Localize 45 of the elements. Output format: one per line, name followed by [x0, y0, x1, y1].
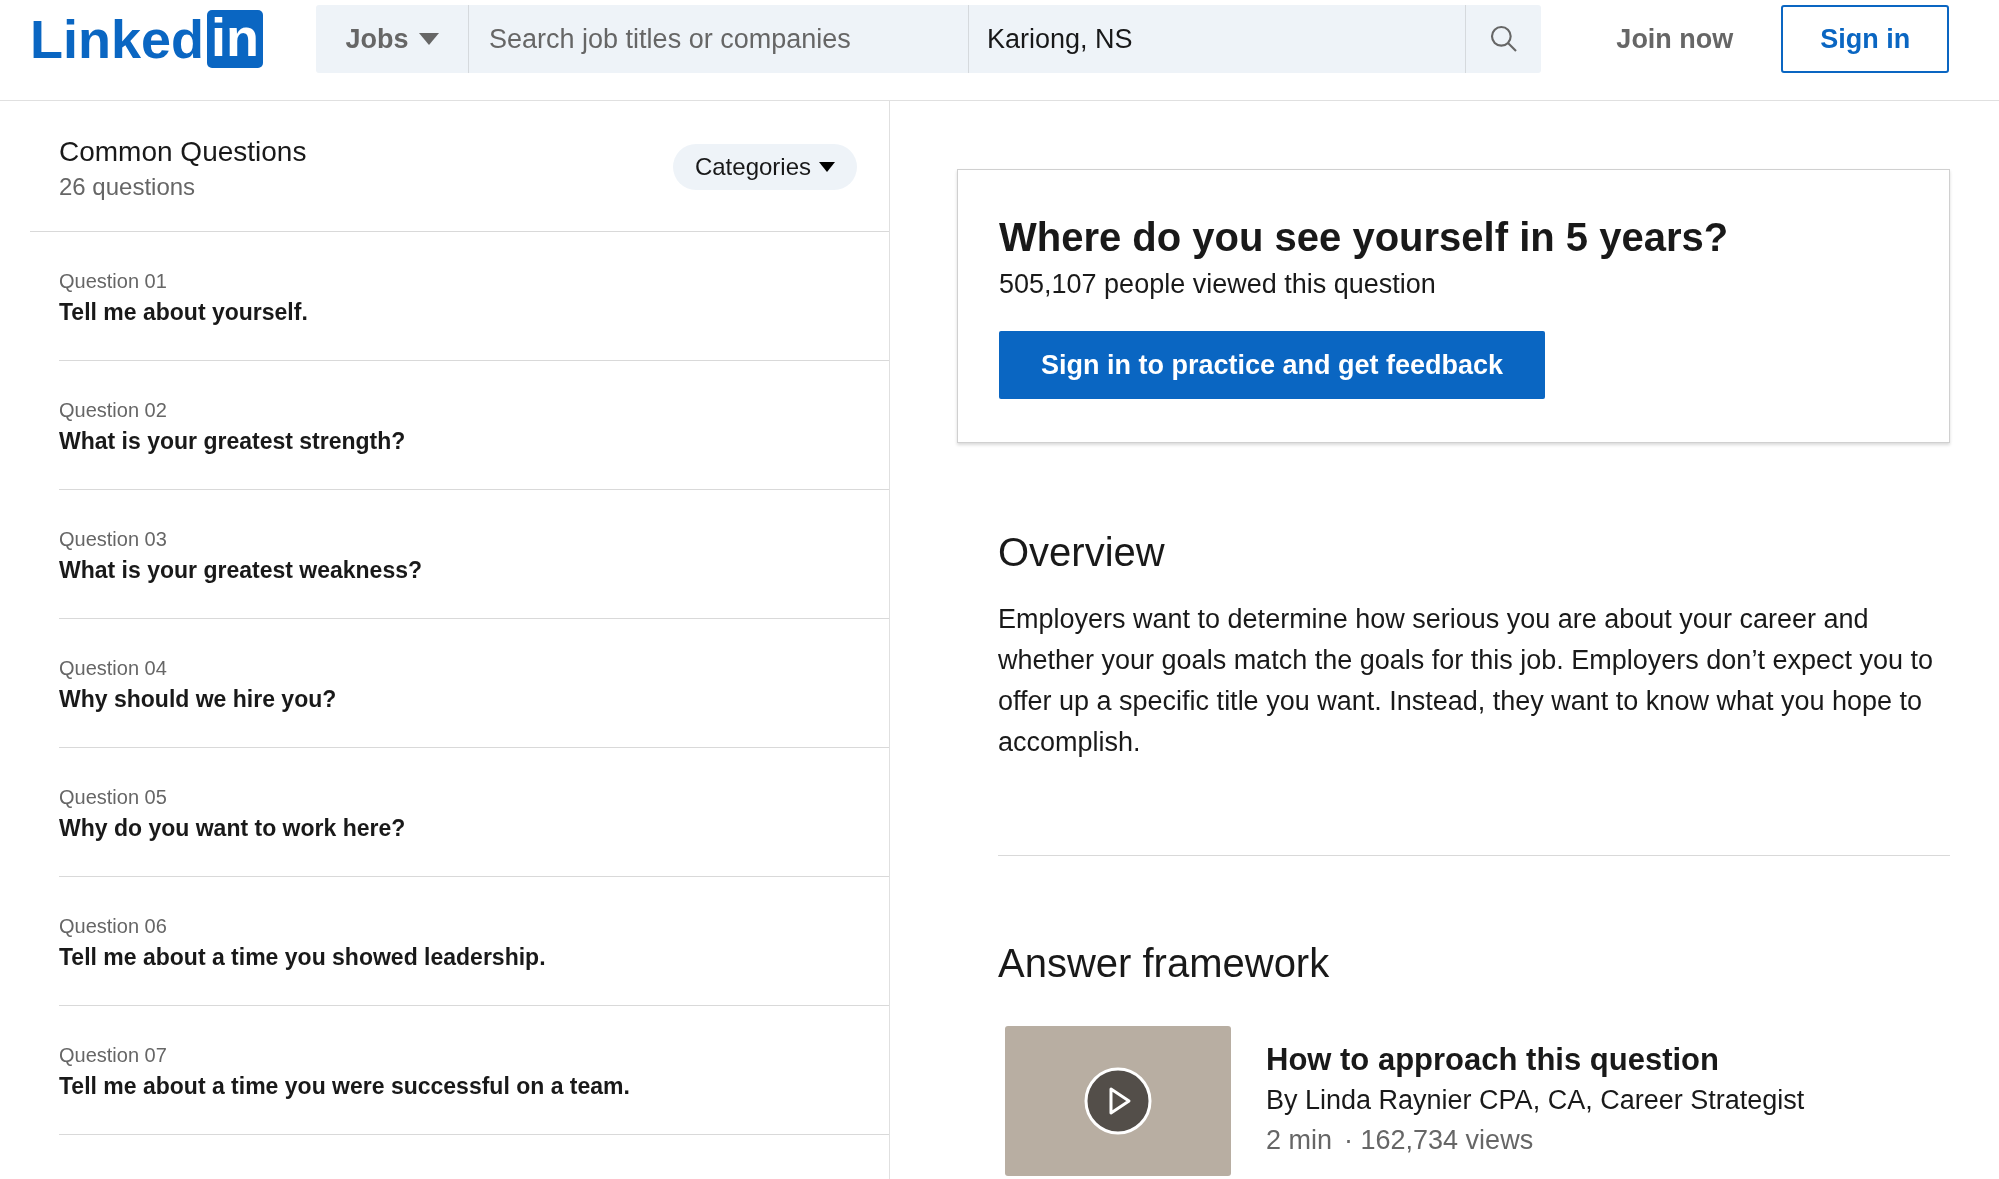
- question-text: Why do you want to work here?: [59, 814, 407, 843]
- video-title[interactable]: How to approach this question: [1266, 1040, 1805, 1080]
- question-text: Why should we hire you?: [59, 685, 338, 714]
- question-item[interactable]: Question 03 What is your greatest weakness?: [59, 490, 889, 619]
- sign-in-button[interactable]: Sign in: [1781, 5, 1949, 73]
- view-count: 505,107 people viewed this question: [999, 268, 1437, 301]
- question-item[interactable]: Question 06 Tell me about a time you showed leadership.: [59, 877, 889, 1006]
- question-text: Tell me about yourself.: [59, 298, 309, 327]
- practice-button[interactable]: Sign in to practice and get feedback: [999, 331, 1545, 399]
- play-icon: [1084, 1067, 1152, 1135]
- search-field[interactable]: Search job titles or companies: [469, 5, 970, 73]
- caret-icon: [418, 33, 439, 45]
- video-views: · 162,734 views: [1344, 1124, 1534, 1157]
- question-title: Where do you see yourself in 5 years?: [999, 214, 1730, 261]
- question-number: Question 01: [59, 269, 168, 294]
- video-author: By Linda Raynier CPA, CA, Career Strategist: [1266, 1084, 1805, 1117]
- join-now-link[interactable]: Join now: [1616, 18, 1734, 60]
- overview-heading: Overview: [998, 529, 1166, 576]
- sidebar-title: Common Questions: [59, 135, 307, 169]
- logo[interactable]: Linked in: [30, 10, 264, 68]
- video-duration: 2 min: [1266, 1124, 1333, 1157]
- question-number: Question 04: [59, 656, 168, 681]
- question-item[interactable]: Question 07 Tell me about a time you were successful on a team.: [59, 1006, 889, 1135]
- question-text: What is your greatest strength?: [59, 427, 407, 456]
- location-field[interactable]: Kariong, NS: [969, 5, 1467, 73]
- caret-icon: [819, 162, 835, 172]
- question-number: Question 07: [59, 1043, 168, 1068]
- question-text: Tell me about a time you showed leadership.: [59, 943, 547, 972]
- question-item[interactable]: Question 01 Tell me about yourself.: [59, 232, 889, 361]
- video-thumbnail[interactable]: [1005, 1026, 1231, 1176]
- search-button[interactable]: [1466, 5, 1542, 73]
- question-number: Question 03: [59, 527, 168, 552]
- question-text: Tell me about a time you were successful on a team.: [59, 1072, 631, 1101]
- question-item[interactable]: Question 02 What is your greatest strength?: [59, 361, 889, 490]
- framework-heading: Answer framework: [998, 940, 1331, 987]
- overview-text: Employers want to determine how serious you are about your career and whether your goals match the goals for this job. Employers don’t expect you to offer up a specific title you want. Instead, they want to know what you hope to accomplish.: [998, 603, 1934, 759]
- jobs-dropdown[interactable]: Jobs: [316, 5, 470, 73]
- categories-button[interactable]: Categories: [672, 144, 857, 190]
- question-item[interactable]: Question 05 Why do you want to work here?: [59, 748, 889, 877]
- question-number: Question 06: [59, 914, 168, 939]
- question-item[interactable]: Question 04 Why should we hire you?: [59, 619, 889, 748]
- question-count: 26 questions: [59, 172, 197, 202]
- question-number: Question 02: [59, 398, 168, 423]
- question-number: Question 05: [59, 785, 168, 810]
- question-text: What is your greatest weakness?: [59, 556, 423, 585]
